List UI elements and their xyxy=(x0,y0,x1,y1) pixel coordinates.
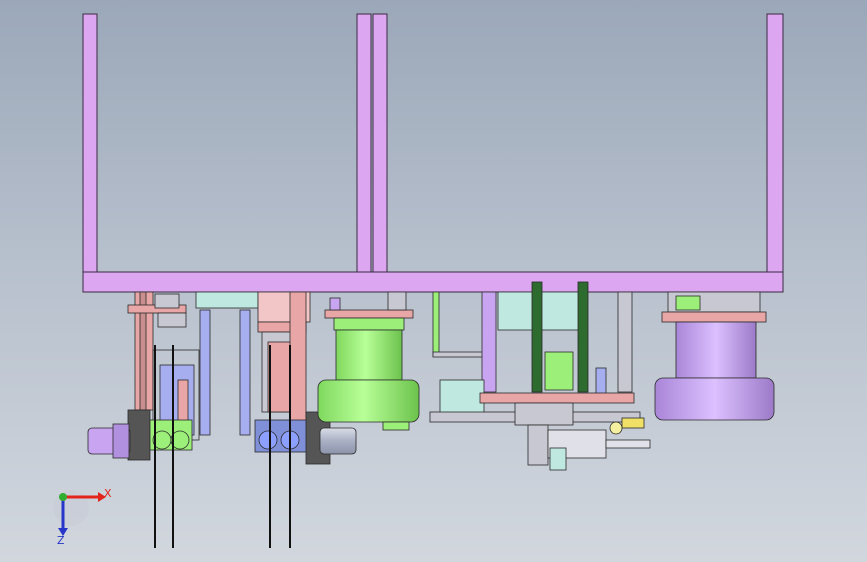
frame-right-post xyxy=(766,13,784,293)
frame-left-post xyxy=(82,13,98,293)
y-axis-dot xyxy=(59,493,67,501)
main-frame xyxy=(82,13,784,293)
center-station-assembly xyxy=(429,281,651,471)
z-axis-label: Z xyxy=(57,534,65,547)
frame-mid-post-b xyxy=(372,13,388,293)
green-cylinder-module xyxy=(317,291,420,431)
purple-cylinder-module xyxy=(654,291,775,421)
frame-bottom-beam xyxy=(82,271,784,293)
left-feeder-assembly xyxy=(87,291,259,548)
axis-triad: X Z xyxy=(53,487,112,547)
x-axis-label: X xyxy=(104,487,112,500)
cad-viewport[interactable]: X Z xyxy=(0,0,867,562)
frame-mid-post-a xyxy=(356,13,372,293)
